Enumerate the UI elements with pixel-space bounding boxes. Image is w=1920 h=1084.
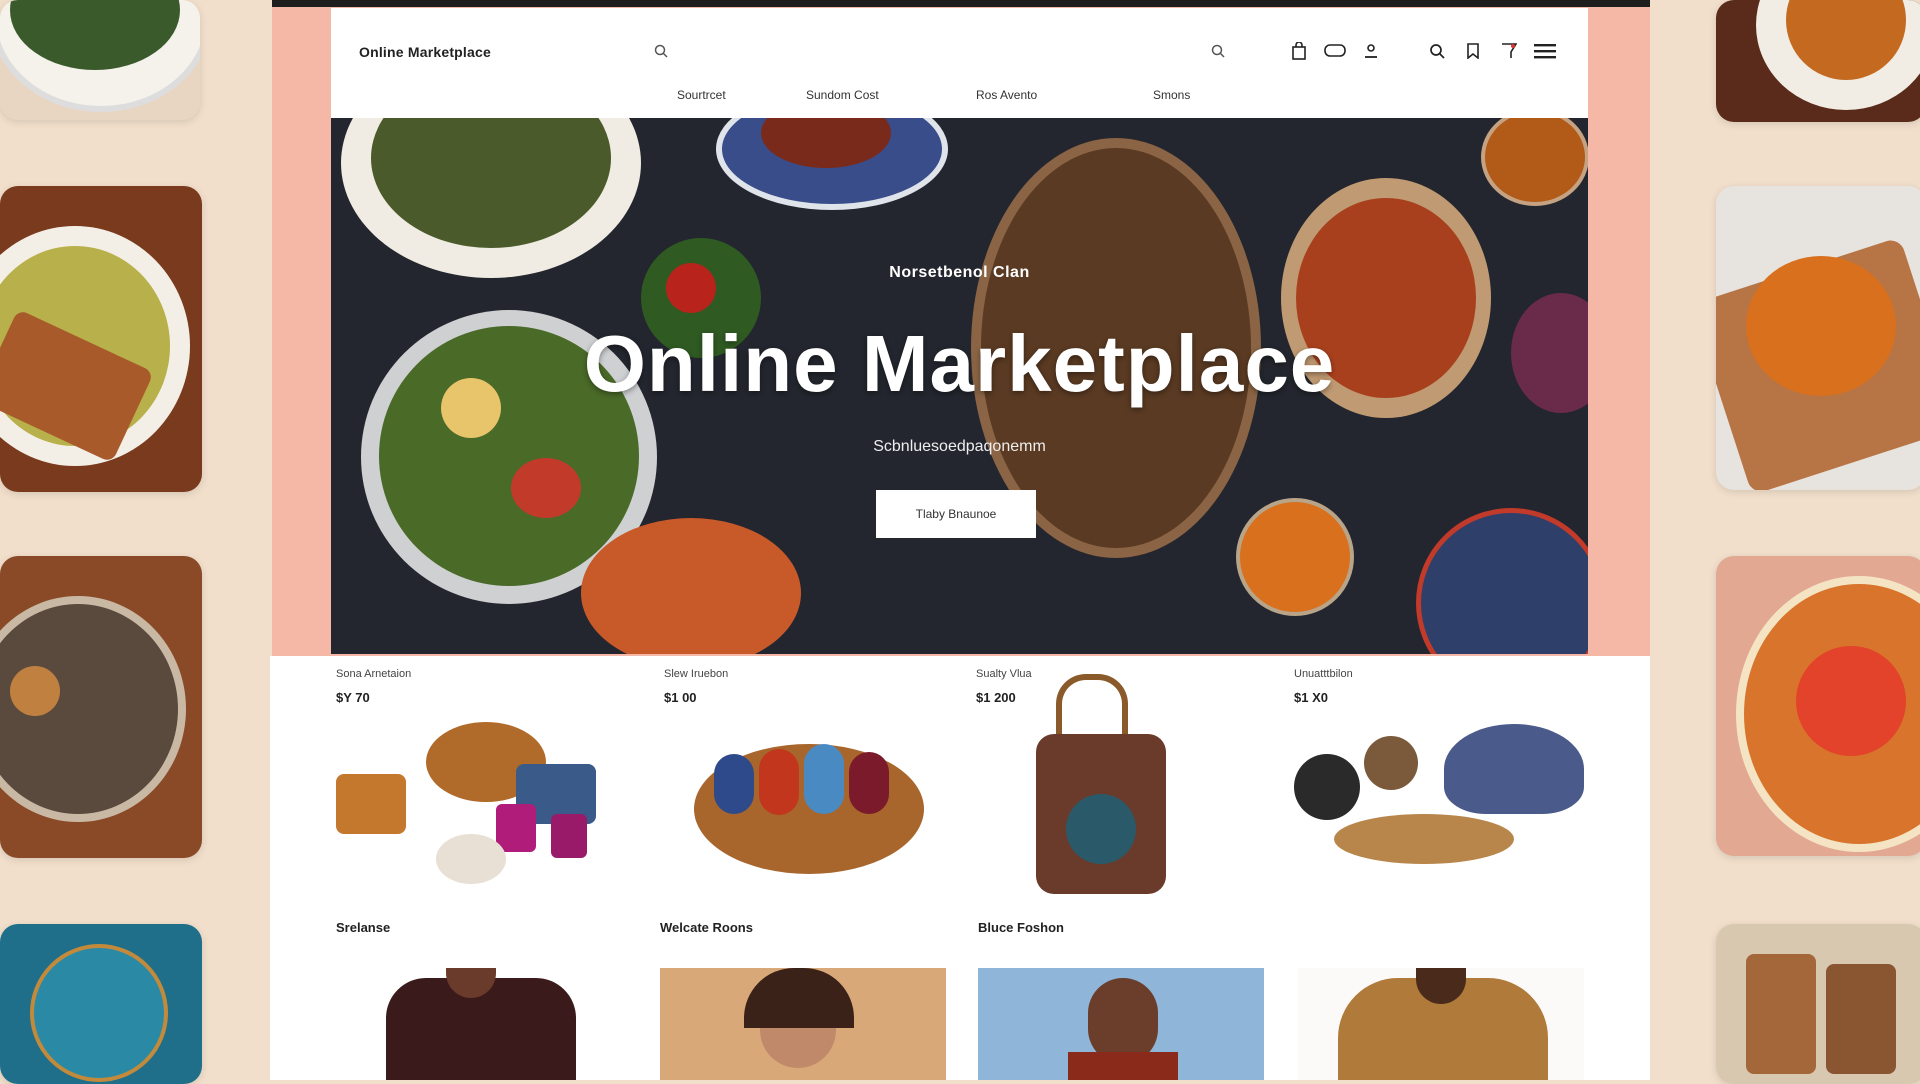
food-bowl-image	[581, 518, 801, 654]
patterned-plate-image	[1416, 508, 1588, 654]
food-tile-left-4	[0, 924, 202, 1084]
nav-item-3[interactable]: Ros Avento	[976, 88, 1037, 102]
main-nav: Sourtrcet Sundom Cost Ros Avento Smons	[331, 88, 1588, 112]
product-card[interactable]: Unuatttbilon $1 X0	[1294, 656, 1594, 896]
search-icon-right[interactable]	[1211, 44, 1229, 62]
category-label[interactable]: Bluce Foshon	[978, 920, 1064, 935]
product-price: $1 00	[664, 690, 697, 705]
food-bowl-image	[1481, 118, 1588, 206]
food-bowl-image	[1236, 498, 1354, 616]
product-section: Sona Arnetaion $Y 70 Slew Iruebon $1 00 …	[270, 656, 1650, 1080]
product-image[interactable]	[1294, 714, 1594, 894]
search-icon[interactable]	[654, 44, 672, 62]
product-price: $Y 70	[336, 690, 370, 705]
product-card[interactable]: Sona Arnetaion $Y 70	[336, 656, 636, 896]
header-icons	[1286, 38, 1558, 64]
product-price: $1 X0	[1294, 690, 1328, 705]
food-tile-left-1	[0, 0, 200, 120]
product-card[interactable]: Sualty Vlua $1 200	[976, 656, 1276, 896]
food-tile-left-2	[0, 186, 202, 492]
chat-icon[interactable]	[1322, 38, 1348, 64]
product-image[interactable]	[976, 674, 1276, 894]
hero-banner: Norsetbenol Clan Online Marketplace Scbn…	[331, 118, 1588, 654]
food-tile-left-3	[0, 556, 202, 858]
nav-item-2[interactable]: Sundom Cost	[806, 88, 879, 102]
menu-icon[interactable]	[1532, 38, 1558, 64]
fashion-card[interactable]	[660, 968, 946, 1080]
site-header: Online Marketplace Sourtrcet Sundom Cost…	[331, 8, 1588, 118]
hero-cta-button[interactable]: Tlaby Bnaunoe	[876, 490, 1036, 538]
product-image[interactable]	[336, 714, 636, 894]
fashion-card[interactable]	[1298, 968, 1584, 1080]
product-name: Unuatttbilon	[1294, 668, 1353, 680]
top-bar	[272, 0, 1650, 7]
food-tile-right-1	[1716, 0, 1920, 122]
category-label[interactable]: Srelanse	[336, 920, 390, 935]
product-name: Sualty Vlua	[976, 668, 1032, 680]
bag-icon[interactable]	[1286, 38, 1312, 64]
food-tile-right-4	[1716, 924, 1920, 1084]
product-card[interactable]: Slew Iruebon $1 00	[664, 656, 964, 896]
product-name: Slew Iruebon	[664, 668, 729, 680]
food-tile-right-2	[1716, 186, 1920, 490]
product-name: Sona Arnetaion	[336, 668, 412, 680]
category-label[interactable]: Welcate Roons	[660, 920, 753, 935]
product-image[interactable]	[664, 714, 964, 894]
fashion-card[interactable]	[336, 968, 622, 1080]
food-tile-right-3	[1716, 556, 1920, 856]
nav-item-4[interactable]: Smons	[1153, 88, 1190, 102]
hero-title: Online Marketplace	[583, 319, 1336, 408]
bookmark-icon[interactable]	[1460, 38, 1486, 64]
search-icon[interactable]	[1424, 38, 1450, 64]
product-price: $1 200	[976, 690, 1016, 705]
cart-icon[interactable]	[1496, 38, 1522, 64]
fashion-card[interactable]	[978, 968, 1264, 1080]
food-bowl-image	[511, 458, 581, 518]
hero-subtitle: Scbnluesoedpaqonemm	[873, 438, 1046, 455]
user-icon[interactable]	[1358, 38, 1384, 64]
site-logo[interactable]: Online Marketplace	[359, 44, 491, 60]
nav-item-1[interactable]: Sourtrcet	[677, 88, 726, 102]
hero-kicker: Norsetbenol Clan	[889, 264, 1030, 281]
